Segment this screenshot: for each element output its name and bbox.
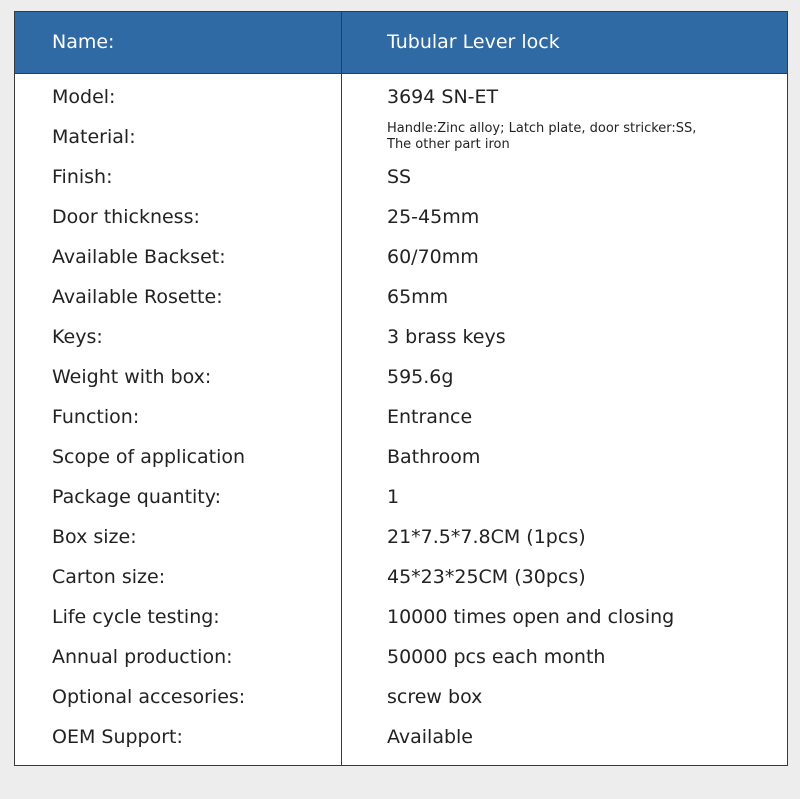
row-value: Bathroom bbox=[387, 446, 481, 468]
row-label: Scope of application bbox=[52, 446, 246, 468]
row-value-line: Handle:Zinc alloy; Latch plate, door str… bbox=[387, 121, 697, 136]
table-body: Model: 3694 SN-ET Material: Handle:Zinc … bbox=[15, 77, 787, 757]
row-value: 1 bbox=[387, 486, 400, 508]
table-row: Package quantity: 1 bbox=[15, 477, 787, 517]
row-label: Available Rosette: bbox=[52, 286, 223, 308]
row-label: Material: bbox=[52, 126, 136, 148]
row-label: OEM Support: bbox=[52, 726, 183, 748]
table-row: Door thickness: 25-45mm bbox=[15, 197, 787, 237]
row-label: Keys: bbox=[52, 326, 103, 348]
spec-table: Name: Tubular Lever lock Model: 3694 SN-… bbox=[14, 11, 788, 766]
table-row: OEM Support: Available bbox=[15, 717, 787, 757]
row-label: Finish: bbox=[52, 166, 113, 188]
row-value-line: The other part iron bbox=[387, 137, 510, 152]
table-row: Box size: 21*7.5*7.8CM (1pcs) bbox=[15, 517, 787, 557]
table-row: Weight with box: 595.6g bbox=[15, 357, 787, 397]
table-row: Available Rosette: 65mm bbox=[15, 277, 787, 317]
row-value: 50000 pcs each month bbox=[387, 646, 606, 668]
row-value: 21*7.5*7.8CM (1pcs) bbox=[387, 526, 586, 548]
table-row: Carton size: 45*23*25CM (30pcs) bbox=[15, 557, 787, 597]
table-row: Finish: SS bbox=[15, 157, 787, 197]
row-value-multiline: Handle:Zinc alloy; Latch plate, door str… bbox=[387, 117, 696, 157]
table-row: Life cycle testing: 10000 times open and… bbox=[15, 597, 787, 637]
row-value: 60/70mm bbox=[387, 246, 479, 268]
row-label: Life cycle testing: bbox=[52, 606, 220, 628]
row-value: Entrance bbox=[387, 406, 473, 428]
table-header-row: Name: Tubular Lever lock bbox=[15, 12, 787, 74]
table-row: Model: 3694 SN-ET bbox=[15, 77, 787, 117]
row-value: 65mm bbox=[387, 286, 449, 308]
table-row: Scope of application Bathroom bbox=[15, 437, 787, 477]
row-label: Annual production: bbox=[52, 646, 233, 668]
row-value: 595.6g bbox=[387, 366, 454, 388]
table-row: Material: Handle:Zinc alloy; Latch plate… bbox=[15, 117, 787, 157]
row-label: Function: bbox=[52, 406, 140, 428]
row-label: Optional accesories: bbox=[52, 686, 246, 708]
row-value: 3 brass keys bbox=[387, 326, 506, 348]
table-row: Annual production: 50000 pcs each month bbox=[15, 637, 787, 677]
column-divider bbox=[341, 12, 342, 765]
row-label: Carton size: bbox=[52, 566, 166, 588]
row-value: 45*23*25CM (30pcs) bbox=[387, 566, 586, 588]
row-label: Package quantity: bbox=[52, 486, 222, 508]
row-value: SS bbox=[387, 166, 412, 188]
table-row: Optional accesories: screw box bbox=[15, 677, 787, 717]
table-row: Available Backset: 60/70mm bbox=[15, 237, 787, 277]
row-value: 25-45mm bbox=[387, 206, 480, 228]
row-label: Box size: bbox=[52, 526, 137, 548]
header-value: Tubular Lever lock bbox=[387, 31, 560, 53]
row-label: Weight with box: bbox=[52, 366, 212, 388]
row-value: 3694 SN-ET bbox=[387, 86, 499, 108]
header-label: Name: bbox=[52, 31, 115, 53]
row-value: screw box bbox=[387, 686, 483, 708]
row-value: 10000 times open and closing bbox=[387, 606, 675, 628]
row-label: Model: bbox=[52, 86, 116, 108]
table-row: Function: Entrance bbox=[15, 397, 787, 437]
table-row: Keys: 3 brass keys bbox=[15, 317, 787, 357]
row-label: Door thickness: bbox=[52, 206, 200, 228]
row-label: Available Backset: bbox=[52, 246, 226, 268]
row-value: Available bbox=[387, 726, 474, 748]
